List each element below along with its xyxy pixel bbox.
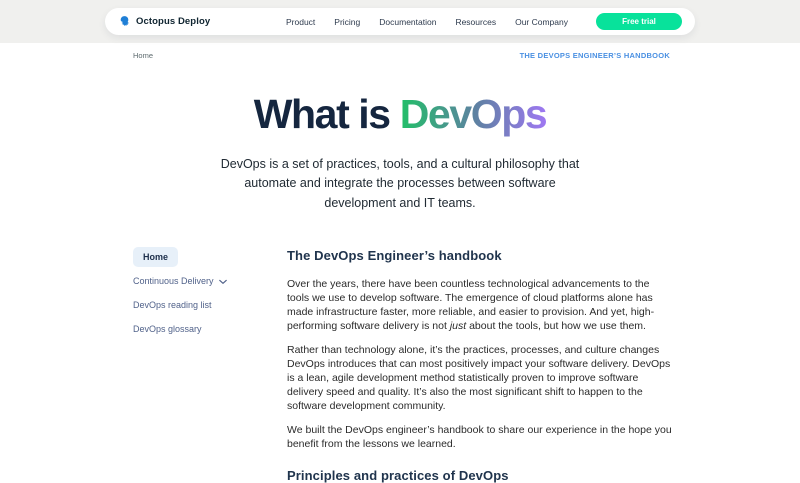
sidebar-item-continuous-delivery[interactable]: Continuous Delivery xyxy=(133,276,261,286)
octopus-logo-icon xyxy=(118,15,131,28)
brand-name: Octopus Deploy xyxy=(136,16,210,27)
sidebar-item-label: Continuous Delivery xyxy=(133,276,214,286)
paragraph-italic-text: just xyxy=(450,320,466,332)
article-paragraph-3: We built the DevOps engineer’s handbook … xyxy=(287,424,672,452)
page-title-highlight: DevOps xyxy=(400,91,547,137)
chevron-down-icon xyxy=(219,279,227,285)
sidebar-item-devops-reading-list[interactable]: DevOps reading list xyxy=(133,300,261,310)
nav-link-our-company[interactable]: Our Company xyxy=(515,17,568,27)
sidebar-item-label: DevOps reading list xyxy=(133,300,212,310)
nav-link-documentation[interactable]: Documentation xyxy=(379,17,436,27)
article-paragraph-1: Over the years, there have been countles… xyxy=(287,278,672,334)
sidebar: Home Continuous Delivery DevOps reading … xyxy=(133,246,261,483)
handbook-link[interactable]: THE DEVOPS ENGINEER’S HANDBOOK xyxy=(520,51,670,60)
sidebar-item-devops-glossary[interactable]: DevOps glossary xyxy=(133,324,261,334)
paragraph-text: about the tools, but how we use them. xyxy=(466,320,646,332)
nav-link-resources[interactable]: Resources xyxy=(455,17,496,27)
hero-subtitle: DevOps is a set of practices, tools, and… xyxy=(209,155,591,213)
nav-link-pricing[interactable]: Pricing xyxy=(334,17,360,27)
page-title: What is DevOps xyxy=(0,91,800,138)
nav-link-product[interactable]: Product xyxy=(286,17,315,27)
main-article: The DevOps Engineer’s handbook Over the … xyxy=(261,246,672,483)
navbar: Octopus Deploy Product Pricing Documenta… xyxy=(105,8,695,35)
page-title-prefix: What is xyxy=(254,91,400,137)
content-area: Home Continuous Delivery DevOps reading … xyxy=(133,246,672,483)
article-heading: The DevOps Engineer’s handbook xyxy=(287,248,672,263)
free-trial-button[interactable]: Free trial xyxy=(596,13,682,30)
article-paragraph-2: Rather than technology alone, it’s the p… xyxy=(287,344,672,414)
sidebar-item-home-wrap: Home xyxy=(133,247,261,267)
nav-links: Product Pricing Documentation Resources … xyxy=(258,17,596,27)
sidebar-item-home[interactable]: Home xyxy=(133,247,178,267)
breadcrumb-row: Home THE DEVOPS ENGINEER’S HANDBOOK xyxy=(133,51,670,60)
article-subheading: Principles and practices of DevOps xyxy=(287,468,672,483)
breadcrumb-home-link[interactable]: Home xyxy=(133,51,153,60)
sidebar-item-label: DevOps glossary xyxy=(133,324,202,334)
hero-section: What is DevOps DevOps is a set of practi… xyxy=(0,91,800,213)
brand-logo[interactable]: Octopus Deploy xyxy=(118,15,258,28)
